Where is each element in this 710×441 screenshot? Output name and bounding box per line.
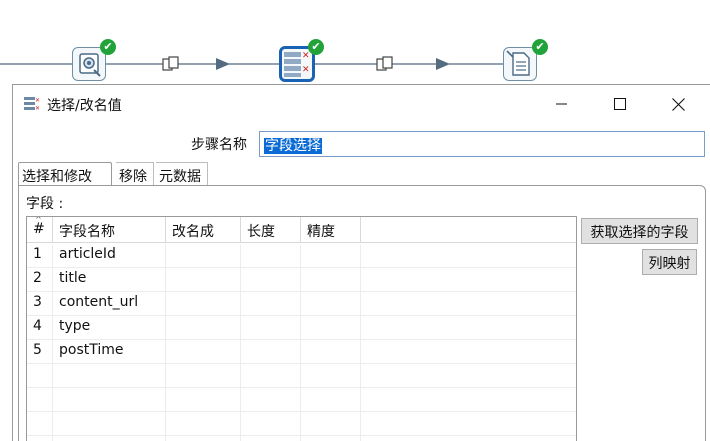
length-cell[interactable] <box>241 292 301 316</box>
column-header-length[interactable]: 长度 <box>241 217 301 243</box>
maximize-icon <box>614 98 626 110</box>
length-cell[interactable] <box>241 340 301 364</box>
field-name-cell[interactable]: articleId <box>53 244 166 268</box>
column-header-num[interactable]: ^ # <box>27 217 53 243</box>
column-mapping-button[interactable]: 列映射 <box>642 249 697 275</box>
dialog-title: 选择/改名值 <box>47 98 122 114</box>
precision-cell[interactable] <box>301 340 361 364</box>
fields-table[interactable]: ^ # 字段名称 改名成 长度 精度 1 articleId 2 title 3… <box>26 216 577 441</box>
column-header-precision[interactable]: 精度 <box>301 217 361 243</box>
copy-rows-icon[interactable] <box>162 56 180 72</box>
app-root: ✔ ✕ ✕ ✔ ✔ ✕ ✕ 选择/改名值 步骤名称 字段选择 选择和修改 移除 … <box>0 0 710 441</box>
maximize-button[interactable] <box>591 85 649 123</box>
select-values-icon: ✕ ✕ <box>24 97 40 111</box>
tab-remove[interactable]: 移除 <box>116 162 154 186</box>
step-name-label: 步骤名称 <box>191 137 247 153</box>
precision-cell[interactable] <box>301 268 361 292</box>
precision-cell[interactable] <box>301 316 361 340</box>
row-num-cell: 2 <box>27 268 53 292</box>
minimize-icon <box>556 103 567 105</box>
row-num-cell: 1 <box>27 244 53 268</box>
dialog-titlebar[interactable]: ✕ ✕ 选择/改名值 <box>13 85 710 123</box>
svg-text:✕: ✕ <box>35 105 40 111</box>
svg-text:✕: ✕ <box>35 97 40 104</box>
precision-cell[interactable] <box>301 292 361 316</box>
rename-cell[interactable] <box>166 244 241 268</box>
close-icon <box>671 97 685 111</box>
select-values-dialog: ✕ ✕ 选择/改名值 步骤名称 字段选择 选择和修改 移除 元数据 字段 : ^… <box>12 84 710 441</box>
rename-cell[interactable] <box>166 268 241 292</box>
step-name-value: 字段选择 <box>264 138 322 154</box>
table-row-empty[interactable] <box>27 388 576 412</box>
table-row[interactable]: 2 title <box>27 268 576 292</box>
tab-select-and-alter[interactable]: 选择和修改 <box>18 162 112 186</box>
status-ok-icon: ✔ <box>532 39 548 55</box>
table-row-empty[interactable] <box>27 364 576 388</box>
status-ok-icon: ✔ <box>100 39 116 55</box>
table-row[interactable]: 1 articleId <box>27 244 576 268</box>
field-name-cell[interactable]: content_url <box>53 292 166 316</box>
minimize-button[interactable] <box>533 85 591 123</box>
length-cell[interactable] <box>241 244 301 268</box>
tab-bar: 选择和修改 移除 元数据 <box>18 162 708 186</box>
table-row[interactable]: 5 postTime <box>27 340 576 364</box>
rename-cell[interactable] <box>166 340 241 364</box>
column-header-field-name[interactable]: 字段名称 <box>53 217 166 243</box>
table-header: ^ # 字段名称 改名成 长度 精度 <box>27 217 576 243</box>
table-row-empty[interactable] <box>27 436 576 441</box>
fields-label: 字段 : <box>26 196 64 212</box>
column-header-rename-to[interactable]: 改名成 <box>166 217 241 243</box>
table-row[interactable]: 3 content_url <box>27 292 576 316</box>
status-ok-icon: ✔ <box>308 39 324 55</box>
get-fields-button[interactable]: 获取选择的字段 <box>581 218 698 244</box>
table-row-empty[interactable] <box>27 412 576 436</box>
field-name-cell[interactable]: type <box>53 316 166 340</box>
sort-caret-icon: ^ <box>35 216 42 224</box>
svg-text:✕: ✕ <box>302 65 310 75</box>
table-row[interactable]: 4 type <box>27 316 576 340</box>
copy-rows-icon[interactable] <box>376 56 394 72</box>
step-output-node[interactable] <box>503 47 537 81</box>
close-button[interactable] <box>649 85 707 123</box>
select-values-icon: ✕ ✕ <box>284 51 310 77</box>
length-cell[interactable] <box>241 316 301 340</box>
precision-cell[interactable] <box>301 244 361 268</box>
rename-cell[interactable] <box>166 316 241 340</box>
row-num-cell: 4 <box>27 316 53 340</box>
text-file-output-icon <box>506 50 530 76</box>
field-name-cell[interactable]: title <box>53 268 166 292</box>
table-input-icon <box>79 53 101 77</box>
row-num-cell: 3 <box>27 292 53 316</box>
field-name-cell[interactable]: postTime <box>53 340 166 364</box>
length-cell[interactable] <box>241 268 301 292</box>
rename-cell[interactable] <box>166 292 241 316</box>
row-num-cell: 5 <box>27 340 53 364</box>
svg-text:✕: ✕ <box>302 51 310 61</box>
tab-metadata[interactable]: 元数据 <box>156 162 208 186</box>
step-name-input[interactable]: 字段选择 <box>259 131 705 157</box>
